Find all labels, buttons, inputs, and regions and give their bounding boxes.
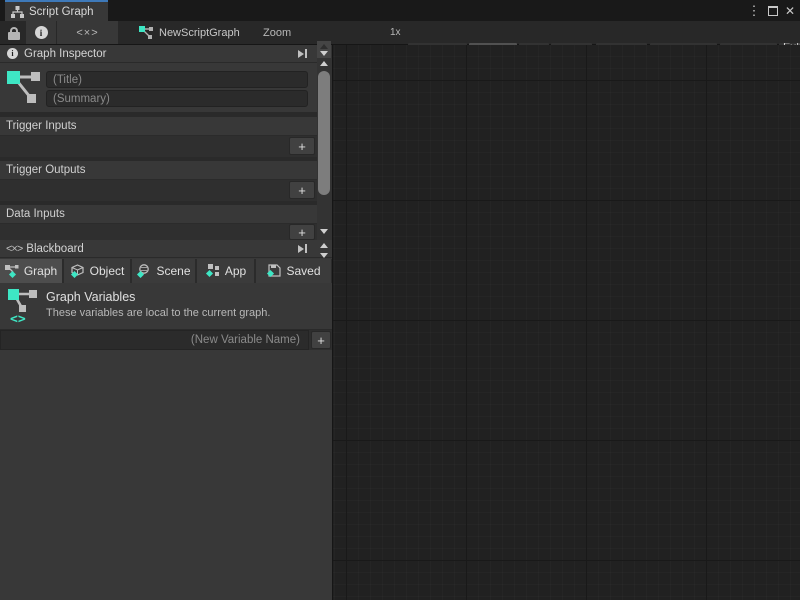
object-variables-icon: [70, 264, 85, 278]
scroll-down-icon[interactable]: [320, 229, 328, 234]
graph-variables-description: These variables are local to the current…: [46, 307, 270, 319]
scroll-up-icon[interactable]: [320, 243, 328, 248]
graph-inspector-title: Graph Inspector: [24, 48, 106, 60]
info-icon: i: [7, 48, 18, 59]
scroll-down-icon[interactable]: [320, 253, 328, 258]
saved-variables-icon: [266, 264, 281, 278]
title-field[interactable]: [46, 71, 308, 88]
variables-icon: <×>: [6, 243, 22, 255]
scene-variables-icon: [136, 264, 151, 278]
trigger-outputs-header: Trigger Outputs: [0, 161, 317, 180]
window-menu-icon[interactable]: ⋮: [746, 0, 762, 21]
variables-toggle-button[interactable]: <×>: [57, 21, 118, 44]
tab-object[interactable]: Object: [64, 259, 130, 283]
close-icon[interactable]: ✕: [782, 0, 798, 21]
inspector-fields: [0, 63, 317, 112]
graph-inspector-header: i Graph Inspector: [0, 45, 332, 63]
maximize-icon[interactable]: [764, 0, 782, 21]
add-trigger-input-button[interactable]: +: [289, 137, 315, 155]
data-inputs-header: Data Inputs: [0, 205, 317, 224]
graph-variables-title: Graph Variables: [46, 290, 135, 304]
tab-script-graph[interactable]: Script Graph: [5, 0, 108, 21]
graph-canvas[interactable]: [332, 45, 800, 600]
graph-node-icon: [6, 69, 42, 106]
info-icon: i: [35, 26, 48, 39]
dock-panel-icon[interactable]: [293, 242, 311, 255]
scroll-up-icon[interactable]: [320, 61, 328, 66]
zoom-label: Zoom: [263, 21, 291, 44]
sidebar: i Graph Inspector Trigger Inputs + Trigg…: [0, 45, 332, 600]
data-inputs-list: [0, 224, 317, 240]
graph-reference[interactable]: NewScriptGraph: [139, 21, 240, 44]
svg-text:<>: <>: [10, 312, 26, 324]
lock-icon[interactable]: [8, 27, 20, 40]
trigger-outputs-list: [0, 180, 317, 201]
dock-panel-icon[interactable]: [293, 47, 311, 60]
new-variable-input[interactable]: [0, 330, 309, 350]
blackboard-header: <×> Blackboard: [0, 240, 332, 258]
app-variables-icon: [205, 264, 220, 278]
graph-variables-icon: <>: [8, 288, 38, 324]
blackboard-tabs: Graph Object Scene: [0, 259, 332, 283]
graph-node-icon: [139, 26, 154, 39]
tab-title: Script Graph: [29, 6, 94, 18]
scroll-up-icon: [320, 44, 328, 49]
script-graph-icon: [11, 6, 24, 18]
zoom-value: 1x: [390, 21, 401, 44]
trigger-inputs-header: Trigger Inputs: [0, 117, 317, 136]
tab-saved[interactable]: Saved: [256, 259, 331, 283]
add-trigger-output-button[interactable]: +: [289, 181, 315, 199]
scrollbar-thumb[interactable]: [318, 71, 330, 195]
tab-graph[interactable]: Graph: [0, 259, 62, 283]
scroll-arrows[interactable]: [317, 41, 331, 58]
graph-name: NewScriptGraph: [159, 27, 240, 39]
scroll-down-icon: [320, 51, 328, 56]
add-data-input-button[interactable]: +: [289, 224, 315, 240]
script-graph-window: Script Graph ⋮ ✕ i <×> NewScriptGraph Zo…: [0, 0, 800, 600]
tab-app[interactable]: App: [197, 259, 254, 283]
graph-toolbar: i <×> NewScriptGraph Zoom 1x Relations V…: [0, 21, 800, 45]
inspect-toggle-button[interactable]: i: [26, 21, 56, 44]
add-variable-button[interactable]: +: [311, 331, 331, 349]
tab-bar: Script Graph ⋮ ✕: [0, 0, 800, 21]
trigger-inputs-list: [0, 136, 317, 157]
tab-scene[interactable]: Scene: [132, 259, 195, 283]
blackboard-title: Blackboard: [26, 243, 84, 255]
new-variable-row: +: [0, 330, 332, 350]
graph-variables-info: <> Graph Variables These variables are l…: [0, 283, 332, 330]
summary-field[interactable]: [46, 90, 308, 107]
graph-variables-icon: [5, 265, 19, 278]
